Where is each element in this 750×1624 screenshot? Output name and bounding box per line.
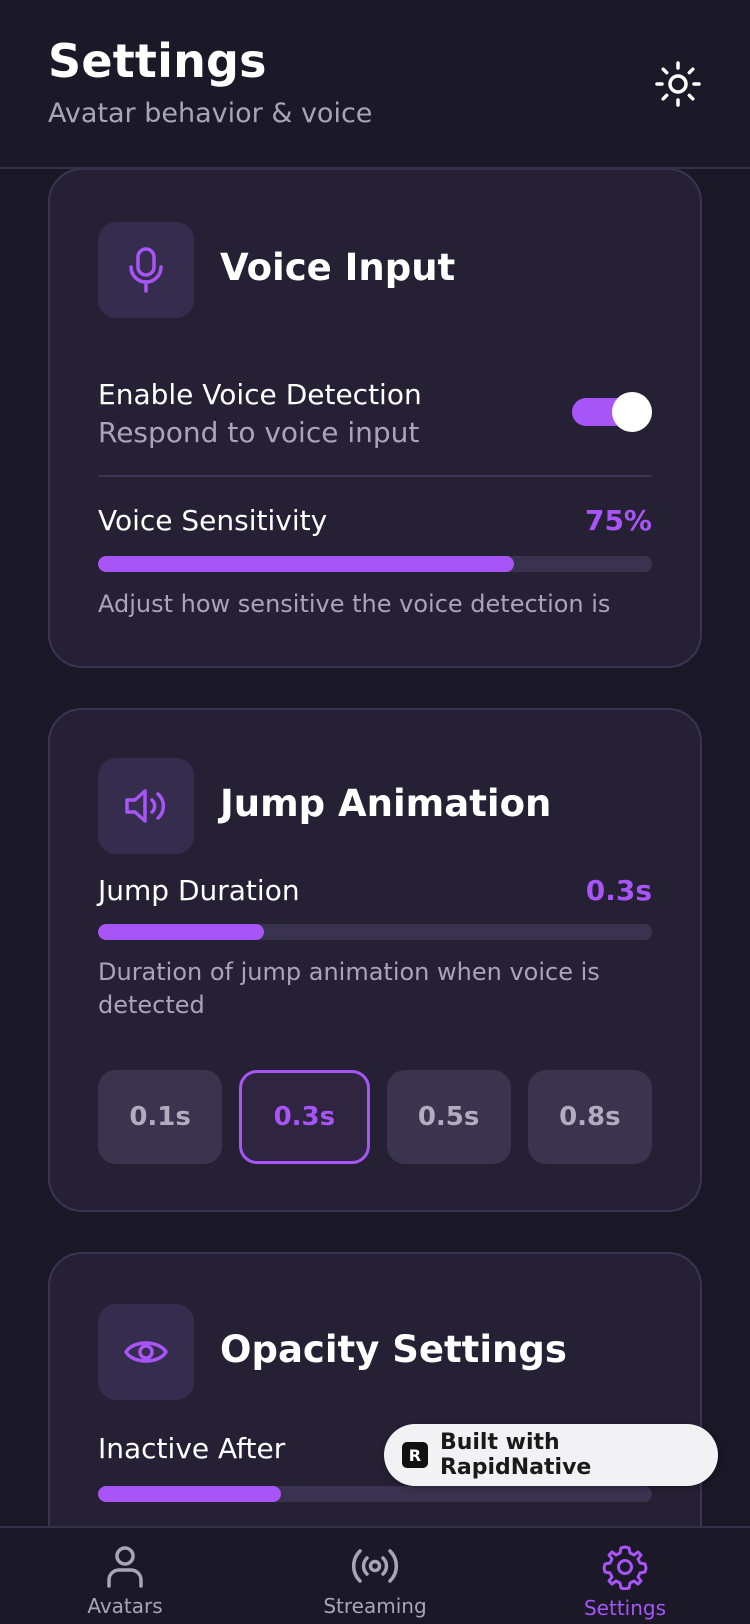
enable-voice-detection-label: Enable Voice Detection: [98, 378, 422, 411]
nav-item-avatars[interactable]: Avatars: [35, 1544, 215, 1624]
voice-detection-toggle[interactable]: [572, 392, 652, 432]
inactive-after-fill: [98, 1486, 281, 1502]
broadcast-icon: [352, 1549, 398, 1583]
preset-chip-selected[interactable]: 0.3s: [239, 1070, 370, 1164]
page-title: Settings: [48, 34, 267, 88]
jump-duration-fill: [98, 924, 265, 940]
speaker-icon: [98, 758, 194, 854]
header: Settings Avatar behavior & voice: [0, 0, 750, 169]
bottom-nav: Avatars Streaming Settings: [0, 1526, 750, 1624]
enable-voice-detection-sublabel: Respond to voice input: [98, 416, 420, 449]
preset-chip[interactable]: 0.1s: [98, 1070, 223, 1164]
duration-presets: 0.1s 0.3s 0.5s 0.8s: [98, 1070, 652, 1164]
preset-chip[interactable]: 0.5s: [386, 1070, 511, 1164]
gear-icon: [602, 1545, 648, 1590]
built-with-badge[interactable]: R Built with RapidNative: [384, 1424, 718, 1486]
voice-sensitivity-slider[interactable]: [98, 556, 652, 572]
divider: [98, 475, 652, 477]
jump-animation-title: Jump Animation: [220, 782, 552, 825]
nav-label-streaming: Streaming: [323, 1594, 427, 1618]
jump-duration-label: Jump Duration: [98, 874, 300, 907]
badge-text: Built with RapidNative: [439, 1430, 592, 1480]
rapidnative-logo-icon: R: [402, 1442, 428, 1468]
jump-animation-card: Jump Animation Jump Duration 0.3s Durati…: [48, 708, 702, 1212]
page-subtitle: Avatar behavior & voice: [48, 98, 373, 129]
jump-duration-value: 0.3s: [585, 874, 652, 907]
voice-input-title: Voice Input: [220, 246, 456, 289]
voice-sensitivity-help: Adjust how sensitive the voice detection…: [98, 590, 611, 618]
inactive-after-slider[interactable]: [98, 1486, 652, 1502]
nav-item-settings[interactable]: Settings: [535, 1544, 715, 1624]
nav-item-streaming[interactable]: Streaming: [285, 1544, 465, 1624]
preset-chip[interactable]: 0.8s: [527, 1070, 652, 1164]
voice-input-card: Voice Input Enable Voice Detection Respo…: [48, 168, 702, 668]
settings-scroll-content[interactable]: Voice Input Enable Voice Detection Respo…: [0, 0, 750, 1526]
voice-sensitivity-value: 75%: [584, 504, 652, 537]
voice-sensitivity-label: Voice Sensitivity: [98, 504, 328, 537]
person-icon: [107, 1546, 143, 1588]
nav-label-avatars: Avatars: [87, 1594, 163, 1618]
voice-sensitivity-fill: [98, 556, 514, 572]
nav-label-settings: Settings: [583, 1596, 667, 1620]
eye-icon: [98, 1304, 194, 1400]
toggle-knob: [612, 392, 652, 432]
opacity-settings-title: Opacity Settings: [220, 1328, 567, 1371]
sun-icon: [655, 61, 701, 107]
jump-duration-help: Duration of jump animation when voice is…: [98, 958, 600, 1019]
jump-duration-slider[interactable]: [98, 924, 652, 940]
microphone-icon: [98, 222, 194, 318]
inactive-after-label: Inactive After: [98, 1432, 286, 1465]
settings-screen: Voice Input Enable Voice Detection Respo…: [0, 0, 750, 1624]
theme-toggle-button[interactable]: [650, 56, 706, 112]
